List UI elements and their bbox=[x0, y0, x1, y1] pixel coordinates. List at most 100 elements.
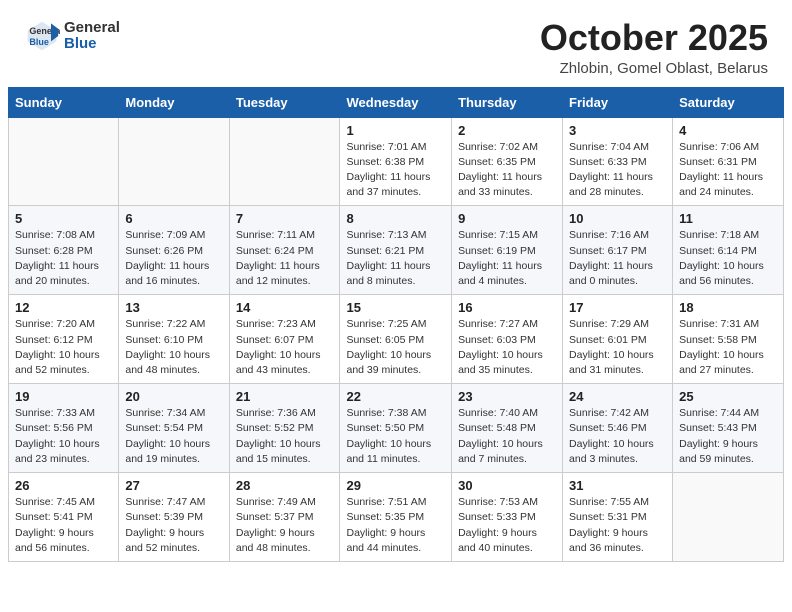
day-number: 19 bbox=[15, 389, 112, 404]
svg-text:Blue: Blue bbox=[29, 37, 49, 47]
weekday-header-row: SundayMondayTuesdayWednesdayThursdayFrid… bbox=[9, 87, 784, 117]
day-info: Sunrise: 7:08 AM Sunset: 6:28 PM Dayligh… bbox=[15, 228, 112, 289]
day-number: 12 bbox=[15, 300, 112, 315]
day-info: Sunrise: 7:18 AM Sunset: 6:14 PM Dayligh… bbox=[679, 228, 777, 289]
day-number: 5 bbox=[15, 211, 112, 226]
logo: General Blue General Blue bbox=[24, 18, 120, 54]
day-number: 17 bbox=[569, 300, 666, 315]
calendar-cell bbox=[119, 117, 229, 206]
day-info: Sunrise: 7:31 AM Sunset: 5:58 PM Dayligh… bbox=[679, 317, 777, 378]
weekday-header-sunday: Sunday bbox=[9, 87, 119, 117]
day-info: Sunrise: 7:45 AM Sunset: 5:41 PM Dayligh… bbox=[15, 495, 112, 556]
day-info: Sunrise: 7:36 AM Sunset: 5:52 PM Dayligh… bbox=[236, 406, 334, 467]
day-number: 18 bbox=[679, 300, 777, 315]
calendar-cell: 11 Sunrise: 7:18 AM Sunset: 6:14 PM Dayli… bbox=[673, 206, 784, 295]
calendar-cell bbox=[673, 473, 784, 562]
day-info: Sunrise: 7:38 AM Sunset: 5:50 PM Dayligh… bbox=[346, 406, 445, 467]
day-number: 14 bbox=[236, 300, 334, 315]
day-number: 30 bbox=[458, 478, 556, 493]
day-number: 11 bbox=[679, 211, 777, 226]
weekday-header-thursday: Thursday bbox=[452, 87, 563, 117]
calendar-cell: 23 Sunrise: 7:40 AM Sunset: 5:48 PM Dayli… bbox=[452, 384, 563, 473]
day-info: Sunrise: 7:16 AM Sunset: 6:17 PM Dayligh… bbox=[569, 228, 666, 289]
calendar-cell: 17 Sunrise: 7:29 AM Sunset: 6:01 PM Dayli… bbox=[563, 295, 673, 384]
calendar-cell: 15 Sunrise: 7:25 AM Sunset: 6:05 PM Dayli… bbox=[340, 295, 452, 384]
weekday-header-monday: Monday bbox=[119, 87, 229, 117]
day-number: 21 bbox=[236, 389, 334, 404]
day-info: Sunrise: 7:01 AM Sunset: 6:38 PM Dayligh… bbox=[346, 140, 445, 201]
calendar-cell: 22 Sunrise: 7:38 AM Sunset: 5:50 PM Dayli… bbox=[340, 384, 452, 473]
calendar-body: 1 Sunrise: 7:01 AM Sunset: 6:38 PM Daylig… bbox=[9, 117, 784, 561]
calendar-cell: 20 Sunrise: 7:34 AM Sunset: 5:54 PM Dayli… bbox=[119, 384, 229, 473]
calendar-cell: 2Sunrise: 7:02 AM Sunset: 6:35 PM Daylig… bbox=[452, 117, 563, 206]
day-number: 9 bbox=[458, 211, 556, 226]
logo-text: General Blue bbox=[64, 20, 120, 53]
calendar-cell: 5 Sunrise: 7:08 AM Sunset: 6:28 PM Daylig… bbox=[9, 206, 119, 295]
day-info: Sunrise: 7:06 AM Sunset: 6:31 PM Dayligh… bbox=[679, 140, 777, 201]
day-info: Sunrise: 7:44 AM Sunset: 5:43 PM Dayligh… bbox=[679, 406, 777, 467]
day-info: Sunrise: 7:15 AM Sunset: 6:19 PM Dayligh… bbox=[458, 228, 556, 289]
day-number: 28 bbox=[236, 478, 334, 493]
day-number: 23 bbox=[458, 389, 556, 404]
day-number: 1 bbox=[346, 123, 445, 138]
calendar-cell: 12 Sunrise: 7:20 AM Sunset: 6:12 PM Dayli… bbox=[9, 295, 119, 384]
calendar-cell: 13Sunrise: 7:22 AM Sunset: 6:10 PM Dayli… bbox=[119, 295, 229, 384]
day-number: 24 bbox=[569, 389, 666, 404]
day-info: Sunrise: 7:51 AM Sunset: 5:35 PM Dayligh… bbox=[346, 495, 445, 556]
month-title: October 2025 bbox=[540, 18, 768, 58]
day-number: 20 bbox=[125, 389, 222, 404]
day-info: Sunrise: 7:11 AM Sunset: 6:24 PM Dayligh… bbox=[236, 228, 334, 289]
day-number: 3 bbox=[569, 123, 666, 138]
day-info: Sunrise: 7:22 AM Sunset: 6:10 PM Dayligh… bbox=[125, 317, 222, 378]
day-number: 25 bbox=[679, 389, 777, 404]
calendar-header: SundayMondayTuesdayWednesdayThursdayFrid… bbox=[9, 87, 784, 117]
day-info: Sunrise: 7:20 AM Sunset: 6:12 PM Dayligh… bbox=[15, 317, 112, 378]
calendar-cell: 14Sunrise: 7:23 AM Sunset: 6:07 PM Dayli… bbox=[229, 295, 340, 384]
calendar-cell: 19 Sunrise: 7:33 AM Sunset: 5:56 PM Dayli… bbox=[9, 384, 119, 473]
day-info: Sunrise: 7:34 AM Sunset: 5:54 PM Dayligh… bbox=[125, 406, 222, 467]
calendar-cell: 25 Sunrise: 7:44 AM Sunset: 5:43 PM Dayli… bbox=[673, 384, 784, 473]
day-info: Sunrise: 7:04 AM Sunset: 6:33 PM Dayligh… bbox=[569, 140, 666, 201]
day-info: Sunrise: 7:29 AM Sunset: 6:01 PM Dayligh… bbox=[569, 317, 666, 378]
title-block: October 2025 Zhlobin, Gomel Oblast, Bela… bbox=[540, 18, 768, 77]
day-info: Sunrise: 7:55 AM Sunset: 5:31 PM Dayligh… bbox=[569, 495, 666, 556]
day-info: Sunrise: 7:13 AM Sunset: 6:21 PM Dayligh… bbox=[346, 228, 445, 289]
day-number: 16 bbox=[458, 300, 556, 315]
calendar-cell: 3 Sunrise: 7:04 AM Sunset: 6:33 PM Daylig… bbox=[563, 117, 673, 206]
calendar-cell: 27Sunrise: 7:47 AM Sunset: 5:39 PM Dayli… bbox=[119, 473, 229, 562]
day-info: Sunrise: 7:40 AM Sunset: 5:48 PM Dayligh… bbox=[458, 406, 556, 467]
day-info: Sunrise: 7:25 AM Sunset: 6:05 PM Dayligh… bbox=[346, 317, 445, 378]
calendar-week-3: 12 Sunrise: 7:20 AM Sunset: 6:12 PM Dayli… bbox=[9, 295, 784, 384]
logo-icon: General Blue bbox=[24, 18, 60, 54]
page-header: General Blue General Blue October 2025 Z… bbox=[0, 0, 792, 87]
day-number: 6 bbox=[125, 211, 222, 226]
day-info: Sunrise: 7:33 AM Sunset: 5:56 PM Dayligh… bbox=[15, 406, 112, 467]
day-number: 26 bbox=[15, 478, 112, 493]
calendar-week-1: 1 Sunrise: 7:01 AM Sunset: 6:38 PM Daylig… bbox=[9, 117, 784, 206]
calendar-cell: 10 Sunrise: 7:16 AM Sunset: 6:17 PM Dayli… bbox=[563, 206, 673, 295]
weekday-header-saturday: Saturday bbox=[673, 87, 784, 117]
calendar-cell: 24 Sunrise: 7:42 AM Sunset: 5:46 PM Dayli… bbox=[563, 384, 673, 473]
weekday-header-wednesday: Wednesday bbox=[340, 87, 452, 117]
calendar-week-5: 26 Sunrise: 7:45 AM Sunset: 5:41 PM Dayli… bbox=[9, 473, 784, 562]
day-info: Sunrise: 7:02 AM Sunset: 6:35 PM Dayligh… bbox=[458, 140, 556, 201]
calendar-cell: 30 Sunrise: 7:53 AM Sunset: 5:33 PM Dayli… bbox=[452, 473, 563, 562]
calendar-cell bbox=[229, 117, 340, 206]
calendar-cell: 7Sunrise: 7:11 AM Sunset: 6:24 PM Daylig… bbox=[229, 206, 340, 295]
weekday-header-tuesday: Tuesday bbox=[229, 87, 340, 117]
day-info: Sunrise: 7:42 AM Sunset: 5:46 PM Dayligh… bbox=[569, 406, 666, 467]
day-number: 10 bbox=[569, 211, 666, 226]
day-info: Sunrise: 7:53 AM Sunset: 5:33 PM Dayligh… bbox=[458, 495, 556, 556]
day-number: 15 bbox=[346, 300, 445, 315]
calendar-cell: 18 Sunrise: 7:31 AM Sunset: 5:58 PM Dayli… bbox=[673, 295, 784, 384]
day-number: 22 bbox=[346, 389, 445, 404]
calendar-cell bbox=[9, 117, 119, 206]
logo-general-text: General bbox=[64, 20, 120, 37]
calendar-table: SundayMondayTuesdayWednesdayThursdayFrid… bbox=[8, 87, 784, 562]
day-info: Sunrise: 7:49 AM Sunset: 5:37 PM Dayligh… bbox=[236, 495, 334, 556]
day-number: 31 bbox=[569, 478, 666, 493]
calendar-cell: 28 Sunrise: 7:49 AM Sunset: 5:37 PM Dayli… bbox=[229, 473, 340, 562]
calendar-cell: 4Sunrise: 7:06 AM Sunset: 6:31 PM Daylig… bbox=[673, 117, 784, 206]
calendar-cell: 1 Sunrise: 7:01 AM Sunset: 6:38 PM Daylig… bbox=[340, 117, 452, 206]
calendar-cell: 9 Sunrise: 7:15 AM Sunset: 6:19 PM Daylig… bbox=[452, 206, 563, 295]
